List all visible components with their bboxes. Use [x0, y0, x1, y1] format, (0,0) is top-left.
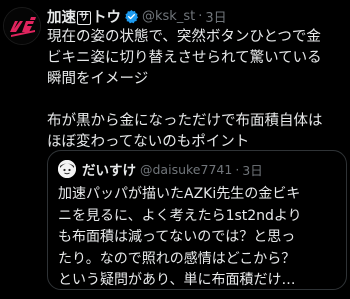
face-avatar-icon: [58, 160, 76, 178]
ksk-logo-icon: [4, 8, 40, 44]
boxed-character: サ: [77, 10, 91, 25]
author-display-name[interactable]: 加速サトウ: [47, 6, 121, 27]
quoted-tweet-line: も布面積は減ってないのでは？と思っ: [58, 229, 296, 245]
quoted-author-handle[interactable]: @daisuke7741: [140, 162, 232, 177]
tweet-line: ビキニ姿に切り替えさせられて驚いている: [47, 50, 322, 66]
tweet-line: 布が黒から金になっただけで布面積自体は: [47, 113, 323, 129]
separator-dot: ·: [235, 161, 240, 177]
quoted-tweet-timestamp[interactable]: 3日: [242, 160, 262, 179]
quoted-tweet-line: という疑問があり、単に布面積だけ…: [58, 272, 296, 288]
quoted-tweet[interactable]: だいすけ @daisuke7741 · 3日 加速パッパが描いたAZKi先生の金…: [47, 150, 347, 290]
verified-badge-icon: [125, 9, 139, 23]
tweet-timestamp[interactable]: 3日: [205, 7, 226, 26]
tweet-body: 現在の姿の状態で、突然ボタンひとつで金 ビキニ姿に切り替えさせられて驚いている …: [47, 27, 344, 153]
quoted-author-avatar[interactable]: [58, 160, 76, 178]
quoted-tweet-line: ニを見るに、よく考えたら1st2ndより: [58, 207, 302, 224]
quoted-tweet-line: たり。なので照れの感情はどこから？: [58, 250, 296, 267]
quoted-author-name[interactable]: だいすけ: [82, 159, 136, 179]
author-handle[interactable]: @ksk_st: [142, 9, 195, 24]
tweet[interactable]: 加速サトウ @ksk_st · 3日 現在の姿の状態で、突然ボタンひとつで金 ビ…: [0, 0, 350, 299]
quoted-tweet-line: 加速パッパが描いたAZKi先生の金ビキ: [58, 186, 301, 202]
quoted-tweet-body: 加速パッパが描いたAZKi先生の金ビキ ニを見るに、よく考えたら1st2ndより…: [58, 184, 340, 292]
tweet-header: 加速サトウ @ksk_st · 3日: [47, 6, 346, 26]
separator-dot: ·: [198, 8, 203, 24]
tweet-line: 現在の姿の状態で、突然ボタンひとつで金: [47, 29, 321, 45]
author-avatar[interactable]: [3, 7, 41, 45]
tweet-line: 瞬間をイメージ: [47, 71, 149, 87]
tweet-line-break: [47, 90, 344, 111]
quoted-tweet-header: だいすけ @daisuke7741 · 3日: [58, 159, 340, 179]
